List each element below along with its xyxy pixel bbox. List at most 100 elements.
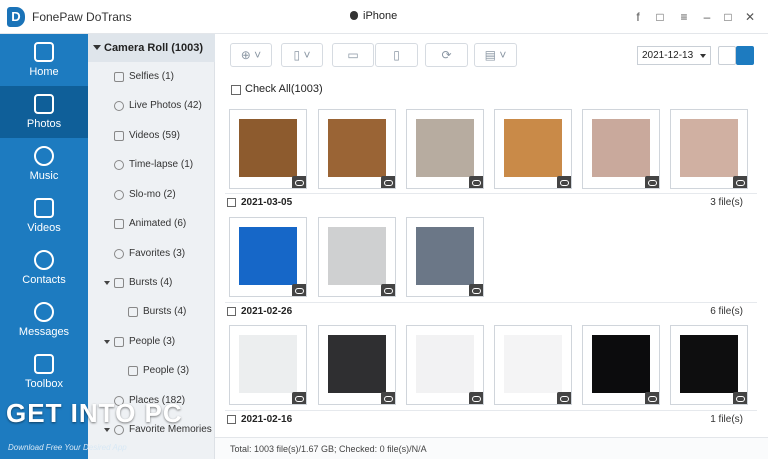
people-icon <box>114 337 124 347</box>
tree-root-camera-roll[interactable]: Camera Roll (1003) <box>88 34 215 62</box>
group-date: 2021-02-16 <box>241 414 293 425</box>
tree-item-time-lapse[interactable]: Time-lapse (1) <box>88 155 215 175</box>
icloud-icon <box>557 176 571 188</box>
photo-thumbnail[interactable] <box>406 217 484 297</box>
tree-item-slo-mo[interactable]: Slo-mo (2) <box>88 185 215 205</box>
photo-thumbnail[interactable] <box>318 109 396 189</box>
menu-icon[interactable]: ≡ <box>676 9 692 25</box>
photo-thumbnail[interactable] <box>582 325 660 405</box>
icloud-icon <box>469 176 483 188</box>
phone-icon: ▯ ˅ <box>293 48 311 62</box>
photo-thumbnail[interactable] <box>670 109 748 189</box>
check-all-checkbox[interactable] <box>231 85 241 95</box>
check-all[interactable]: Check All(1003) <box>231 83 323 95</box>
photo-image <box>680 119 738 177</box>
photo-thumbnail[interactable] <box>318 325 396 405</box>
device-selector[interactable]: iPhone <box>350 10 397 22</box>
tree-item-bursts[interactable]: Bursts (4) <box>88 273 215 293</box>
expand-triangle-icon[interactable] <box>104 340 110 344</box>
tree-item-bursts-sub[interactable]: Bursts (4) <box>88 302 215 322</box>
close-icon[interactable]: ✕ <box>742 9 758 25</box>
photos-icon <box>34 94 54 114</box>
status-bar: Total: 1003 file(s)/1.67 GB; Checked: 0 … <box>215 437 768 459</box>
photo-thumbnail[interactable] <box>229 217 307 297</box>
tree-item-label: Animated (6) <box>129 218 187 229</box>
photo-image <box>592 335 650 393</box>
group-count: 6 file(s) <box>710 306 743 317</box>
date-group-header: 2021-02-16 1 file(s) <box>227 413 757 429</box>
photo-thumbnail[interactable] <box>494 325 572 405</box>
nav-contacts[interactable]: Contacts <box>0 242 88 294</box>
photo-thumbnail[interactable] <box>670 325 748 405</box>
nav-videos[interactable]: Videos <box>0 190 88 242</box>
nav-photos[interactable]: Photos <box>0 86 88 138</box>
facebook-icon[interactable]: f <box>630 9 646 25</box>
group-checkbox[interactable] <box>227 307 236 316</box>
maximize-icon[interactable]: □ <box>720 9 736 25</box>
slo-mo-icon <box>114 190 124 200</box>
list-view-icon[interactable] <box>736 46 754 65</box>
people-icon <box>128 366 138 376</box>
add-icon: ⊕ ˅ <box>240 48 262 62</box>
photo-thumbnail[interactable] <box>494 109 572 189</box>
icloud-icon <box>733 392 747 404</box>
group-checkbox[interactable] <box>227 415 236 424</box>
grid-view-icon[interactable] <box>718 46 736 65</box>
album-tree: Camera Roll (1003) Selfies (1) Live Phot… <box>88 34 215 459</box>
icloud-icon <box>292 176 306 188</box>
apple-icon <box>350 11 358 20</box>
minimize-icon[interactable]: – <box>699 9 715 25</box>
group-count: 3 file(s) <box>710 197 743 208</box>
videos-icon <box>34 198 54 218</box>
tree-item-live-photos[interactable]: Live Photos (42) <box>88 96 215 116</box>
bursts-icon <box>114 278 124 288</box>
divider <box>225 410 757 411</box>
nav-label: Music <box>29 170 59 182</box>
delete-button[interactable]: ▯ <box>375 43 418 67</box>
tree-item-people-sub[interactable]: People (3) <box>88 361 215 381</box>
photo-image <box>592 119 650 177</box>
tree-item-label: Bursts (4) <box>129 277 173 288</box>
photo-image <box>504 119 562 177</box>
add-button[interactable]: ⊕ ˅ <box>230 43 272 67</box>
time-lapse-icon <box>114 160 124 170</box>
monitor-icon: ▭ <box>347 48 359 62</box>
group-checkbox[interactable] <box>227 198 236 207</box>
favorites-icon <box>114 249 124 259</box>
date-group-header: 2021-02-26 6 file(s) <box>227 305 757 321</box>
photo-thumbnail[interactable] <box>229 109 307 189</box>
date-filter-select[interactable]: 2021-12-13 <box>637 46 711 65</box>
expand-triangle-icon[interactable] <box>104 281 110 285</box>
group-count: 1 file(s) <box>710 414 743 425</box>
feedback-icon[interactable]: □ <box>652 9 668 25</box>
icloud-icon <box>292 392 306 404</box>
photo-image <box>504 335 562 393</box>
tree-item-people[interactable]: People (3) <box>88 332 215 352</box>
photo-thumbnail[interactable] <box>582 109 660 189</box>
nav-music[interactable]: Music <box>0 138 88 190</box>
nav-toolbox[interactable]: Toolbox <box>0 346 88 398</box>
toolbox-icon <box>34 354 54 374</box>
photo-thumbnail[interactable] <box>229 325 307 405</box>
tree-item-label: Selfies (1) <box>129 71 175 82</box>
tree-item-selfies[interactable]: Selfies (1) <box>88 67 215 87</box>
photo-thumbnail[interactable] <box>406 109 484 189</box>
photo-image <box>239 335 297 393</box>
icloud-icon <box>645 176 659 188</box>
refresh-button[interactable]: ⟳ <box>425 43 468 67</box>
toolbox-button[interactable]: ▤ ˅ <box>474 43 517 67</box>
photo-thumbnail[interactable] <box>318 217 396 297</box>
photo-thumbnail[interactable] <box>406 325 484 405</box>
export-to-pc-button[interactable]: ▭ <box>332 43 374 67</box>
tree-item-animated[interactable]: Animated (6) <box>88 214 215 234</box>
icloud-icon <box>292 284 306 296</box>
export-to-device-button[interactable]: ▯ ˅ <box>281 43 323 67</box>
nav-messages[interactable]: Messages <box>0 294 88 346</box>
tree-item-favorites[interactable]: Favorites (3) <box>88 244 215 264</box>
photo-image <box>680 335 738 393</box>
divider <box>225 193 757 194</box>
sidebar: Home Photos Music Videos Contacts Messag… <box>0 34 88 459</box>
icloud-icon <box>381 284 395 296</box>
tree-item-videos[interactable]: Videos (59) <box>88 126 215 146</box>
nav-home[interactable]: Home <box>0 34 88 86</box>
